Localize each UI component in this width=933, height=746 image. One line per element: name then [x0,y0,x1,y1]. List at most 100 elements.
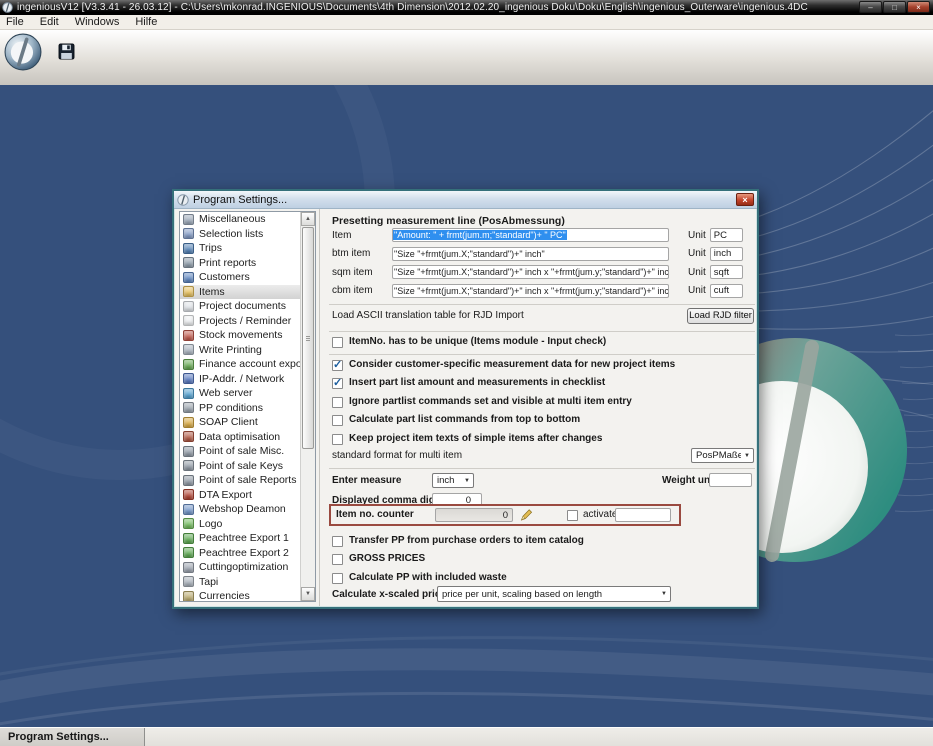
unit-input[interactable]: inch [709,246,743,261]
sidebar-item[interactable]: Finance account export [180,357,300,372]
sidebar-item[interactable]: Cuttingoptimization [180,560,300,575]
soap-client-icon [183,416,194,428]
sidebar-item[interactable]: Items [180,284,300,299]
checkbox[interactable] [332,536,343,547]
separator [329,354,755,355]
sidebar-item[interactable]: Peachtree Export 2 [180,546,300,561]
checkbox-label: Calculate part list commands from top to… [349,414,581,426]
sidebar-item[interactable]: Data optimisation [180,430,300,445]
items-settings-panel: Presetting measurement line (PosAbmessun… [325,209,759,604]
enter-measure-dropdown[interactable]: inch ▼ [432,473,474,488]
webshop-icon [183,503,194,515]
sidebar-item[interactable]: Point of sale Misc. [180,444,300,459]
load-rjd-filter-button[interactable]: Load RJD filter [687,308,754,324]
formula-input[interactable]: "Amount: " + frmt(jum.m;"standard")+ " P… [392,228,669,243]
sidebar-item[interactable]: Projects / Reminder [180,314,300,329]
formula-value: "Size "+frmt(jum.X;"standard")+" inch x … [394,285,669,296]
ascii-import-row: Load ASCII translation table for RJD Imp… [325,308,759,325]
sidebar-item[interactable]: Trips [180,241,300,256]
sidebar-item-label: Write Printing [199,343,262,356]
checkbox[interactable] [332,396,343,408]
minimize-button[interactable]: – [859,1,882,13]
checkbox[interactable] [332,358,343,371]
sidebar-item-label: Stock movements [199,329,283,342]
sidebar-item-label: Finance account export [199,358,300,371]
sidebar-item[interactable]: Point of sale Reports [180,473,300,488]
formula-input[interactable]: "Size "+frmt(jum.X;"standard")+" inch x … [392,265,669,280]
sidebar-item[interactable]: Currencies [180,589,300,601]
sidebar-item[interactable]: Customers [180,270,300,285]
activate-checkbox[interactable] [567,510,578,521]
sidebar-item[interactable]: Selection lists [180,227,300,242]
sidebar-item-label: Peachtree Export 1 [199,532,289,545]
maximize-button[interactable]: □ [883,1,906,13]
checkbox[interactable] [332,415,343,427]
pencil-edit-icon[interactable] [519,508,533,522]
multi-item-format-dropdown[interactable]: PosPMaße ▼ [691,448,754,463]
unit-input[interactable]: PC [709,228,743,243]
sidebar-item[interactable]: Miscellaneous [180,212,300,227]
measurement-row: cbm item "Size "+frmt(jum.X;"standard")+… [325,282,759,301]
sidebar-item[interactable]: Write Printing [180,343,300,358]
checkbox-label: ItemNo. has to be unique (Items module -… [349,336,607,347]
scroll-up-arrow-icon[interactable]: ▲ [301,212,315,226]
dialog-title: Program Settings... [193,193,288,206]
sidebar-item-label: Web server [199,387,253,400]
sidebar-item-label: Tapi [199,575,219,588]
settings-category-list: Miscellaneous Selection lists Trips Prin… [179,211,316,602]
sidebar-item[interactable]: IP-Addr. / Network [180,372,300,387]
checkbox[interactable] [332,433,343,445]
multi-item-format-label: standard format for multi item [332,450,463,461]
save-button[interactable] [54,39,78,63]
scrollbar-thumb[interactable] [302,227,314,449]
unit-input[interactable]: cuft [709,283,743,298]
x-scaled-price-dropdown[interactable]: price per unit, scaling based on length … [437,586,671,602]
print-reports-icon [183,257,194,269]
list-scrollbar[interactable]: ▲ ▼ [300,212,315,601]
sidebar-item[interactable]: Project documents [180,299,300,314]
menu-item[interactable]: Edit [32,15,67,29]
weight-unit-input[interactable] [709,473,752,487]
item-counter-input[interactable]: 0 [435,508,513,522]
sidebar-item[interactable]: Point of sale Keys [180,459,300,474]
sidebar-item-label: Selection lists [199,227,264,240]
sidebar-item[interactable]: Stock movements [180,328,300,343]
sidebar-item[interactable]: Web server [180,386,300,401]
logo-icon [183,518,194,530]
unit-label: Unit [688,248,706,260]
checkbox-row: GROSS PRICES [325,553,759,571]
menu-item[interactable]: Windows [67,15,128,29]
formula-input[interactable]: "Size "+frmt(jum.X;"standard")+" inch x … [392,283,669,298]
checkbox[interactable] [332,572,343,584]
checkbox-row: Ignore partlist commands set and visible… [325,396,759,414]
formula-input[interactable]: "Size "+frmt(jum.X;"standard")+" inch" [392,246,669,261]
item-counter-label: Item no. counter [336,509,414,520]
close-button[interactable]: × [907,1,930,13]
scroll-down-arrow-icon[interactable]: ▼ [301,587,315,601]
sidebar-item[interactable]: Webshop Deamon [180,502,300,517]
sidebar-item[interactable]: Tapi [180,575,300,590]
sidebar-item[interactable]: Logo [180,517,300,532]
sidebar-item-label: DTA Export [199,488,252,501]
dialog-close-button[interactable]: × [736,193,754,206]
checkbox-row: ItemNo. has to be unique (Items module -… [325,336,759,354]
sidebar-item[interactable]: DTA Export [180,488,300,503]
menu-item[interactable]: Hilfe [127,15,165,29]
sidebar-item[interactable]: PP conditions [180,401,300,416]
sidebar-item[interactable]: Peachtree Export 1 [180,531,300,546]
checkbox[interactable] [332,554,343,566]
menu-item[interactable]: File [0,15,32,29]
unit-input[interactable]: sqft [709,265,743,280]
taskbar-window-button[interactable]: Program Settings... [0,728,145,746]
measurement-row: sqm item "Size "+frmt(jum.X;"standard")+… [325,263,759,282]
stock-movements-icon [183,329,194,341]
counter-code-input[interactable] [615,508,671,522]
chevron-down-icon: ▼ [661,591,667,597]
dialog-titlebar: Program Settings... × [174,191,757,209]
unit-value: sqft [713,266,730,278]
sidebar-item[interactable]: SOAP Client [180,415,300,430]
unit-label: Unit [688,229,706,241]
sidebar-item[interactable]: Print reports [180,256,300,271]
checkbox[interactable] [332,376,343,390]
checkbox[interactable] [332,337,343,348]
